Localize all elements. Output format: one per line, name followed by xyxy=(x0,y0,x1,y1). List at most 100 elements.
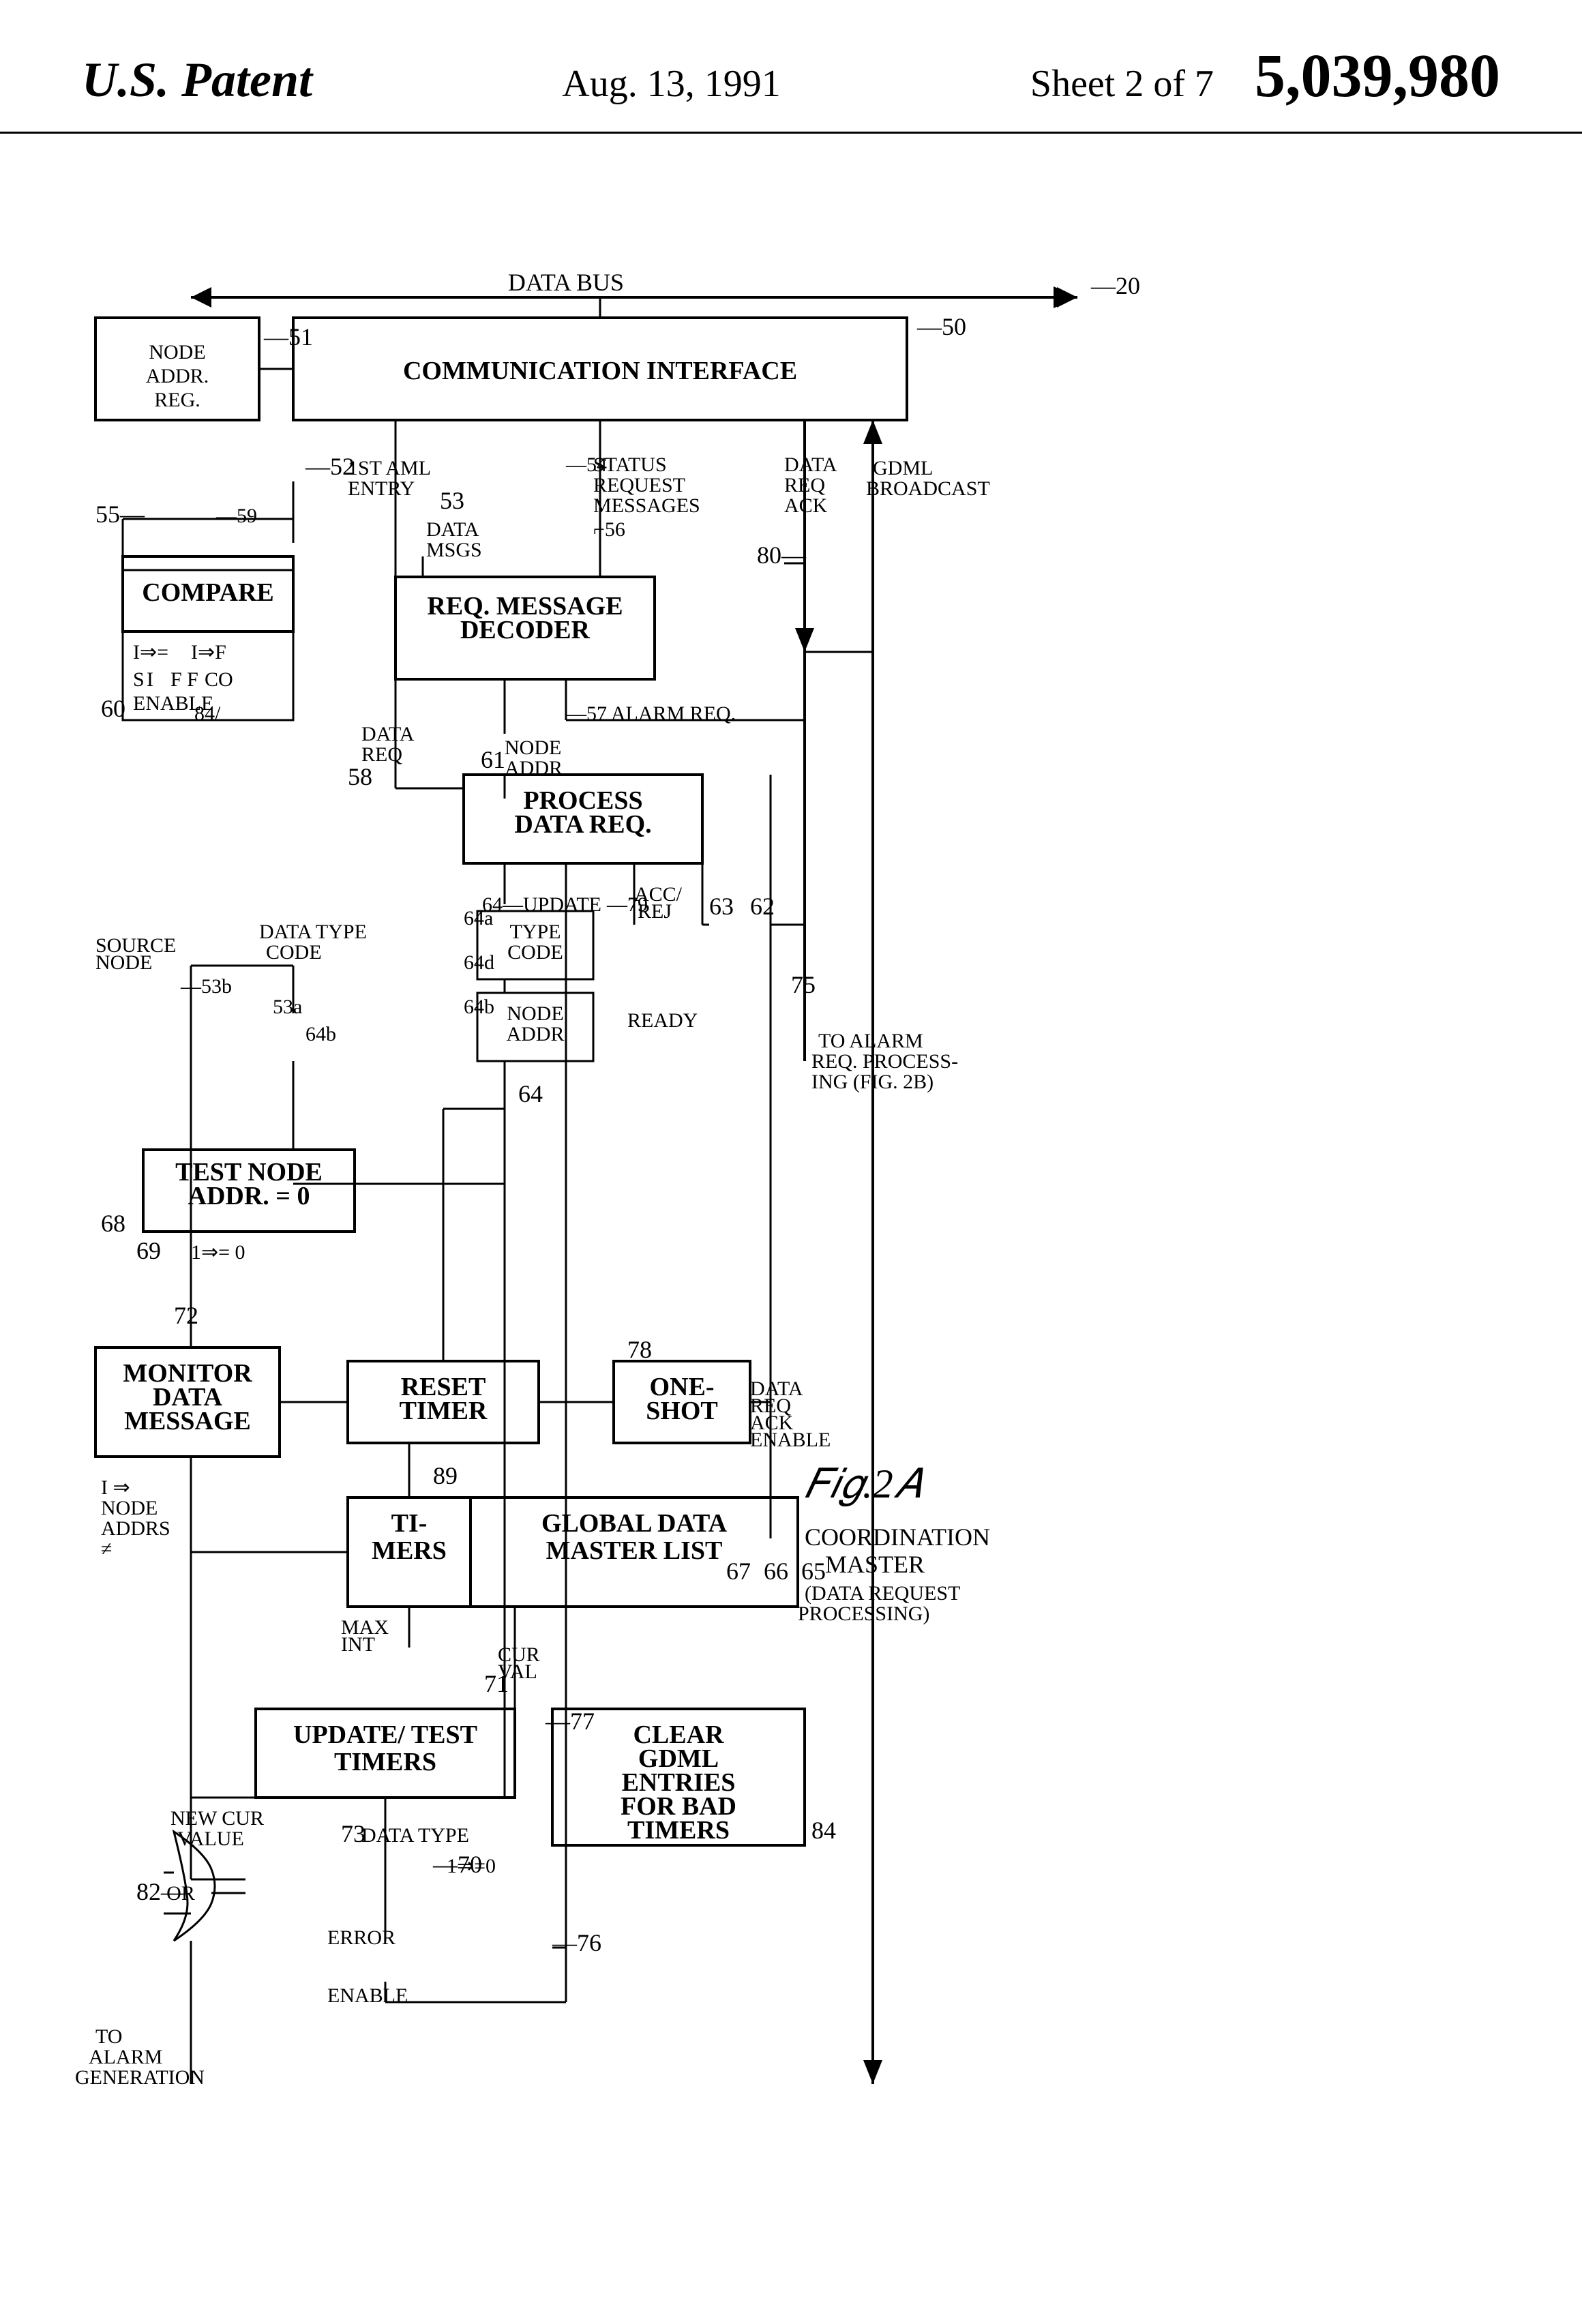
svg-text:TI-: TI- xyxy=(391,1509,428,1538)
svg-text:DATA TYPE: DATA TYPE xyxy=(259,921,367,943)
page-header: U.S. Patent Aug. 13, 1991 Sheet 2 of 7 5… xyxy=(0,0,1582,134)
svg-text:—57 ALARM REQ.: —57 ALARM REQ. xyxy=(565,702,736,725)
svg-text:MASTER: MASTER xyxy=(825,1551,925,1578)
svg-text:89: 89 xyxy=(433,1462,458,1489)
svg-text:NEW CUR: NEW CUR xyxy=(170,1807,264,1830)
svg-text:—70: —70 xyxy=(432,1851,482,1878)
svg-text:MERS: MERS xyxy=(372,1536,447,1565)
svg-text:TYPE: TYPE xyxy=(510,921,561,943)
svg-text:REQUEST: REQUEST xyxy=(593,474,685,496)
svg-text:TIMER: TIMER xyxy=(400,1397,488,1425)
svg-text:ENABLE: ENABLE xyxy=(327,1984,408,2007)
svg-text:(DATA REQUEST: (DATA REQUEST xyxy=(805,1582,960,1605)
svg-text:DATA: DATA xyxy=(361,723,415,745)
svg-text:TIMERS: TIMERS xyxy=(334,1748,436,1776)
svg-text:—59: —59 xyxy=(215,505,257,527)
label-20: —20 xyxy=(1090,272,1140,299)
svg-text:ADDR. = 0: ADDR. = 0 xyxy=(188,1182,310,1210)
svg-text:TIMERS: TIMERS xyxy=(627,1816,730,1845)
svg-text:I⇒=: I⇒= xyxy=(133,641,168,664)
svg-text:MESSAGE: MESSAGE xyxy=(124,1407,251,1435)
svg-text:REQ. PROCESS-: REQ. PROCESS- xyxy=(811,1050,958,1073)
svg-text:ADDR: ADDR xyxy=(506,1023,564,1045)
svg-text:65: 65 xyxy=(801,1558,826,1585)
svg-text:NODE: NODE xyxy=(95,951,152,974)
svg-text:PROCESSING): PROCESSING) xyxy=(798,1603,929,1625)
svg-text:84/: 84/ xyxy=(194,702,221,725)
svg-text:82—: 82— xyxy=(136,1878,186,1905)
svg-text:≠: ≠ xyxy=(101,1538,112,1560)
svg-text:MASTER LIST: MASTER LIST xyxy=(546,1536,723,1565)
patent-date: Aug. 13, 1991 xyxy=(562,62,780,106)
svg-text:S: S xyxy=(133,668,145,691)
label-50: —50 xyxy=(916,313,966,340)
svg-text:63: 63 xyxy=(709,893,734,920)
svg-text:60: 60 xyxy=(101,695,125,722)
svg-text:F F: F F xyxy=(170,668,198,691)
svg-text:GLOBAL DATA: GLOBAL DATA xyxy=(541,1509,728,1538)
svg-text:GDML: GDML xyxy=(873,457,933,479)
svg-text:O: O xyxy=(218,668,233,691)
svg-text:80—: 80— xyxy=(757,541,807,569)
patent-title: U.S. Patent xyxy=(82,52,312,108)
svg-text:64—UPDATE: 64—UPDATE xyxy=(482,893,601,916)
svg-text:CODE: CODE xyxy=(266,941,322,964)
svg-text:I ⇒: I ⇒ xyxy=(101,1476,130,1499)
svg-text:67: 67 xyxy=(726,1558,751,1585)
svg-text:NODE: NODE xyxy=(101,1497,158,1519)
compare-label: COMPARE xyxy=(142,578,274,607)
svg-text:STATUS: STATUS xyxy=(593,453,667,476)
svg-text:SHOT: SHOT xyxy=(646,1397,718,1425)
svg-text:78: 78 xyxy=(627,1336,652,1363)
svg-text:—53b: —53b xyxy=(180,975,232,998)
svg-text:ADDR.: ADDR. xyxy=(146,365,209,387)
comm-interface-label: COMMUNICATION INTERFACE xyxy=(403,357,797,385)
svg-text:REJ: REJ xyxy=(638,900,672,923)
svg-text:53a: 53a xyxy=(273,996,302,1018)
svg-text:66: 66 xyxy=(764,1558,788,1585)
svg-text:REG.: REG. xyxy=(154,389,200,411)
svg-text:I: I xyxy=(147,668,153,691)
label-51: —51 xyxy=(263,323,313,351)
svg-text:DATA TYPE: DATA TYPE xyxy=(361,1824,469,1847)
svg-text:64b: 64b xyxy=(464,996,494,1018)
svg-text:DATA: DATA xyxy=(784,453,837,476)
svg-text:DATA: DATA xyxy=(426,518,479,541)
svg-text:BROADCAST: BROADCAST xyxy=(866,477,990,500)
diagram-area: DATA BUS —20 COMMUNICATION INTERFACE —50… xyxy=(0,134,1582,2316)
label-55: 55— xyxy=(95,501,145,528)
svg-text:64b: 64b xyxy=(305,1023,336,1045)
node-addr-reg-label: NODE xyxy=(149,341,205,363)
svg-text:58: 58 xyxy=(348,763,372,790)
svg-text:ENABLE: ENABLE xyxy=(750,1429,831,1451)
sheet-info: Sheet 2 of 7 xyxy=(1030,62,1214,106)
svg-text:⌐56: ⌐56 xyxy=(593,518,625,541)
svg-text:MSGS: MSGS xyxy=(426,539,482,561)
patent-number: 5,039,980 xyxy=(1255,41,1500,111)
svg-text:ALARM: ALARM xyxy=(89,2046,162,2068)
svg-text:INT: INT xyxy=(341,1633,375,1656)
svg-text:TO: TO xyxy=(95,2025,122,2048)
svg-text:CODE: CODE xyxy=(507,941,563,964)
svg-text:69: 69 xyxy=(136,1237,161,1264)
svg-text:1ST AML: 1ST AML xyxy=(348,457,431,479)
svg-text:DATA REQ.: DATA REQ. xyxy=(514,810,651,839)
svg-text:ADDR: ADDR xyxy=(505,757,563,779)
svg-text:I⇒F: I⇒F xyxy=(191,641,226,664)
patent-diagram: DATA BUS —20 COMMUNICATION INTERFACE —50… xyxy=(55,175,1527,2289)
svg-text:—77: —77 xyxy=(545,1708,595,1735)
svg-text:72: 72 xyxy=(174,1302,198,1329)
fig-label: 𝐹𝑖𝑔.2𝐴 xyxy=(805,1461,923,1507)
label-53: 53 xyxy=(440,487,464,514)
svg-text:68: 68 xyxy=(101,1210,125,1237)
data-bus-label: DATA BUS xyxy=(508,269,624,296)
svg-text:64a: 64a xyxy=(464,907,493,929)
svg-text:64: 64 xyxy=(518,1080,543,1107)
svg-text:VALUE: VALUE xyxy=(177,1828,244,1850)
svg-text:84: 84 xyxy=(811,1817,836,1844)
svg-text:64d: 64d xyxy=(464,951,494,974)
svg-text:C: C xyxy=(205,668,218,691)
svg-text:COORDINATION: COORDINATION xyxy=(805,1523,990,1551)
svg-text:NODE: NODE xyxy=(505,736,561,759)
svg-text:—76: —76 xyxy=(552,1929,601,1956)
